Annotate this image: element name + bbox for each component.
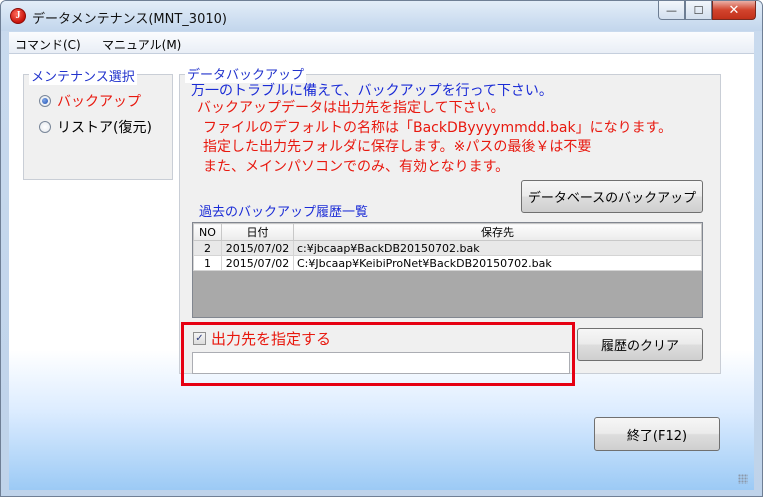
specify-output-label: 出力先を指定する [211, 330, 332, 348]
app-window: J データメンテナンス(MNT_3010) — ☐ ✕ コマンド(C) マニュア… [0, 0, 763, 497]
clear-history-button[interactable]: 履歴のクリア [577, 328, 703, 361]
output-path-input[interactable] [192, 352, 570, 374]
menu-bar: コマンド(C) マニュアル(M) [9, 32, 754, 54]
message-line-3: ファイルのデフォルトの名称は「BackDByyyymmdd.bak」になります。 [203, 120, 673, 136]
radio-backup[interactable]: バックアップ [39, 91, 141, 111]
client-area: メンテナンス選択 バックアップ リストア(復元) データバックアップ 万一のトラ… [9, 54, 754, 490]
radio-restore-label: リストア(復元) [57, 120, 152, 136]
message-line-2: バックアップデータは出力先を指定して下さい。 [197, 100, 505, 116]
close-button[interactable]: ✕ [712, 1, 756, 20]
cell-destination: c:¥jbcaap¥BackDB20150702.bak [293, 240, 702, 256]
cell-no: 1 [193, 255, 222, 271]
cell-no: 2 [193, 240, 222, 256]
radio-restore-indicator[interactable] [39, 121, 51, 133]
maintenance-selection-title: メンテナンス選択 [29, 66, 137, 85]
message-line-5: また、メインパソコンでのみ、有効となります。 [203, 159, 510, 175]
window-title: データメンテナンス(MNT_3010) [32, 12, 227, 27]
resize-grip-icon[interactable] [738, 474, 748, 484]
table-row[interactable]: 1 2015/07/02 C:¥Jbcaap¥KeibiProNet¥BackD… [193, 255, 702, 271]
checkbox-check-icon[interactable]: ✓ [193, 332, 206, 345]
cell-destination: C:¥Jbcaap¥KeibiProNet¥BackDB20150702.bak [293, 255, 702, 271]
radio-restore[interactable]: リストア(復元) [39, 117, 152, 137]
maximize-button[interactable]: ☐ [685, 1, 712, 20]
exit-button[interactable]: 終了(F12) [594, 417, 720, 451]
cell-date: 2015/07/02 [221, 255, 294, 271]
specify-output-checkbox[interactable]: ✓ 出力先を指定する [193, 328, 331, 349]
minimize-button[interactable]: — [658, 1, 685, 20]
minimize-icon: — [666, 3, 677, 17]
history-list-title: 過去のバックアップ履歴一覧 [199, 205, 369, 220]
cell-date: 2015/07/02 [221, 240, 294, 256]
radio-backup-indicator[interactable] [39, 95, 51, 107]
title-bar[interactable]: J データメンテナンス(MNT_3010) — ☐ ✕ [1, 1, 762, 31]
column-header-no[interactable]: NO [193, 223, 222, 241]
database-backup-button[interactable]: データベースのバックアップ [521, 180, 703, 213]
radio-backup-label: バックアップ [57, 94, 141, 110]
app-logo-icon: J [10, 8, 26, 24]
column-header-date[interactable]: 日付 [221, 223, 294, 241]
close-icon: ✕ [728, 2, 740, 18]
table-row[interactable]: 2 2015/07/02 c:¥jbcaap¥BackDB20150702.ba… [193, 240, 702, 256]
maximize-icon: ☐ [693, 3, 704, 17]
menu-command[interactable]: コマンド(C) [15, 36, 81, 53]
backup-history-table[interactable]: NO 日付 保存先 2 2015/07/02 c:¥jbcaap¥BackDB2… [192, 222, 703, 318]
message-line-4: 指定した出力先フォルダに保存します。※パスの最後￥は不要 [203, 139, 592, 155]
menu-manual[interactable]: マニュアル(M) [102, 36, 181, 53]
column-header-destination[interactable]: 保存先 [293, 223, 702, 241]
caption-buttons: — ☐ ✕ [658, 1, 756, 21]
